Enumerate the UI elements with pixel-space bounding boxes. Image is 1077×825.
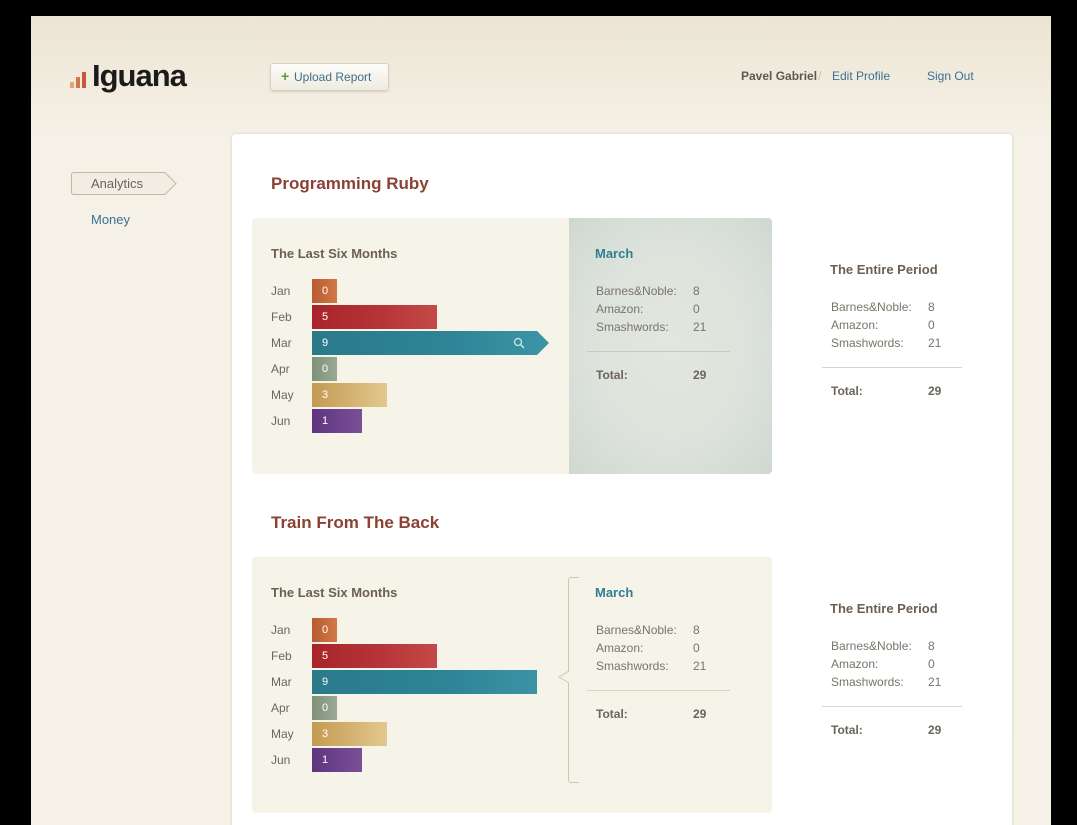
stat-label: Amazon: — [596, 641, 644, 655]
bar-value: 1 — [322, 754, 329, 766]
stat-value: 0 — [693, 641, 700, 655]
stat-label: Amazon: — [831, 657, 879, 671]
bar-feb[interactable]: 5 — [312, 644, 437, 668]
month-label: Apr — [271, 362, 290, 376]
bar-apr[interactable]: 0 — [312, 696, 337, 720]
stat-label: Barnes&Noble: — [831, 300, 912, 314]
sidebar-item-analytics[interactable]: Analytics — [71, 172, 177, 195]
total-label: Total: — [596, 368, 628, 382]
divider — [822, 706, 962, 707]
total-label: Total: — [831, 723, 863, 737]
stat-label: Barnes&Noble: — [596, 623, 677, 637]
selected-month-title: March — [595, 246, 634, 261]
edit-profile-link[interactable]: Edit Profile — [832, 69, 890, 83]
upload-report-button[interactable]: + Upload Report — [270, 63, 389, 91]
stat-value: 8 — [928, 639, 935, 653]
bar-jan[interactable]: 0 — [312, 279, 337, 303]
nav-separator: / — [818, 69, 822, 83]
bracket-notch-icon — [558, 671, 570, 683]
month-label: Feb — [271, 310, 292, 324]
user-name: Pavel Gabriel — [741, 69, 818, 83]
stat-value: 0 — [928, 318, 935, 332]
stat-label: Smashwords: — [596, 659, 669, 673]
sidebar-item-label: Analytics — [91, 176, 144, 191]
bar-mar[interactable]: 9 — [312, 670, 537, 694]
page: Iguana + Upload Report Pavel Gabriel / E… — [31, 16, 1051, 825]
total-label: Total: — [596, 707, 628, 721]
stat-value: 21 — [928, 675, 942, 689]
month-label: Apr — [271, 701, 290, 715]
logo-text: Iguana — [92, 58, 187, 93]
sign-out-link[interactable]: Sign Out — [927, 69, 974, 83]
bar-value: 9 — [322, 676, 329, 688]
divider — [822, 367, 962, 368]
bar-value: 0 — [322, 285, 329, 297]
six-months-title: The Last Six Months — [271, 585, 398, 600]
bar-value: 0 — [322, 624, 329, 636]
stat-label: Amazon: — [831, 318, 879, 332]
entire-period-title: The Entire Period — [830, 601, 938, 616]
bar-apr[interactable]: 0 — [312, 357, 337, 381]
divider — [587, 690, 730, 691]
bar-value: 1 — [322, 415, 329, 427]
stat-value: 0 — [693, 302, 700, 316]
bar-value: 5 — [322, 650, 329, 662]
total-label: Total: — [831, 384, 863, 398]
month-label: Jan — [271, 623, 291, 637]
stat-value: 8 — [693, 284, 700, 298]
search-icon — [513, 337, 525, 349]
bar-may[interactable]: 3 — [312, 383, 387, 407]
month-label: May — [271, 727, 294, 741]
month-label: May — [271, 388, 294, 402]
total-value: 29 — [693, 368, 707, 382]
logo-bars-icon — [70, 66, 92, 88]
selected-month-title: March — [595, 585, 634, 600]
upload-report-label: Upload Report — [294, 70, 372, 84]
report-panel: The Last Six Months Jan 0 Feb 5 Mar 9 Ap… — [252, 557, 772, 813]
stat-label: Amazon: — [596, 302, 644, 316]
bar-value: 0 — [322, 363, 329, 375]
stat-value: 0 — [928, 657, 935, 671]
bar-value: 0 — [322, 702, 329, 714]
bar-value: 3 — [322, 389, 329, 401]
month-label: Jan — [271, 284, 291, 298]
plus-icon: + — [281, 68, 290, 84]
month-label: Jun — [271, 753, 291, 767]
total-value: 29 — [928, 384, 942, 398]
divider — [587, 351, 730, 352]
bar-jun[interactable]: 1 — [312, 409, 362, 433]
report-title: Train From The Back — [271, 513, 440, 532]
content-card: Programming Ruby The Last Six Months Jan… — [232, 134, 1012, 825]
total-value: 29 — [928, 723, 942, 737]
total-value: 29 — [693, 707, 707, 721]
stat-value: 21 — [928, 336, 942, 350]
bar-pointer — [537, 331, 549, 355]
six-months-title: The Last Six Months — [271, 246, 398, 261]
bar-mar[interactable]: 9 — [312, 331, 549, 355]
month-label: Mar — [271, 675, 292, 689]
bar-value: 9 — [322, 337, 329, 349]
stat-value: 8 — [928, 300, 935, 314]
bar-may[interactable]: 3 — [312, 722, 387, 746]
entire-period-title: The Entire Period — [830, 262, 938, 277]
report-panel: The Last Six Months Jan 0 Feb 5 Mar 9 Ap… — [252, 218, 772, 474]
month-label: Feb — [271, 649, 292, 663]
month-label: Mar — [271, 336, 292, 350]
bar-jan[interactable]: 0 — [312, 618, 337, 642]
stat-value: 8 — [693, 623, 700, 637]
stat-value: 21 — [693, 659, 707, 673]
bar-jun[interactable]: 1 — [312, 748, 362, 772]
report-title: Programming Ruby — [271, 174, 429, 193]
bar-value: 5 — [322, 311, 329, 323]
bar-value: 3 — [322, 728, 329, 740]
stat-label: Smashwords: — [831, 675, 904, 689]
bar-feb[interactable]: 5 — [312, 305, 437, 329]
stat-value: 21 — [693, 320, 707, 334]
stat-label: Barnes&Noble: — [831, 639, 912, 653]
stat-label: Smashwords: — [596, 320, 669, 334]
sidebar-item-money[interactable]: Money — [91, 212, 130, 227]
stat-label: Barnes&Noble: — [596, 284, 677, 298]
stat-label: Smashwords: — [831, 336, 904, 350]
month-label: Jun — [271, 414, 291, 428]
